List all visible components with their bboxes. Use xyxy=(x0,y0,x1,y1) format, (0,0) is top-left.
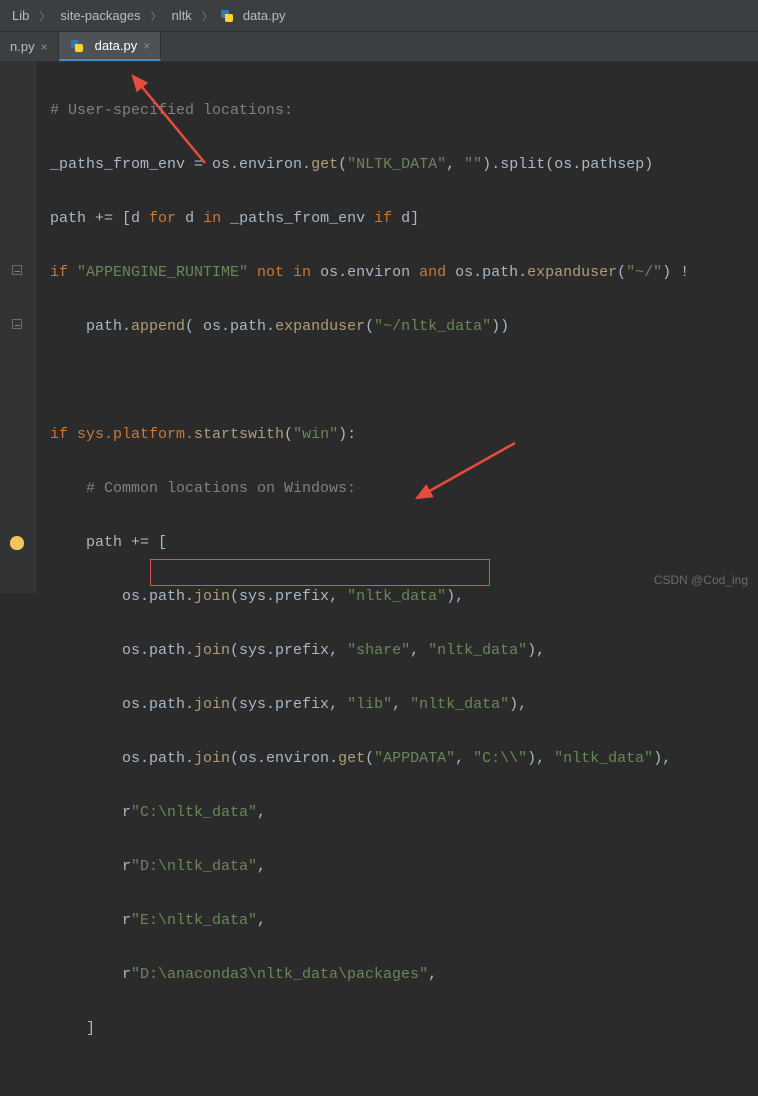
watermark: CSDN @Cod_ing xyxy=(654,573,748,587)
chevron-icon: 〉 xyxy=(145,8,168,24)
code-text: _paths_from_env xyxy=(50,156,185,173)
code-editor[interactable]: # User-specified locations: _paths_from_… xyxy=(0,62,758,593)
breadcrumb-file[interactable]: data.py xyxy=(239,6,290,25)
fold-marker-icon[interactable] xyxy=(12,265,22,275)
gutter xyxy=(0,62,36,593)
breadcrumb: Lib 〉 site-packages 〉 nltk 〉 data.py xyxy=(0,0,758,32)
close-icon[interactable]: × xyxy=(41,40,48,54)
tab-label: n.py xyxy=(10,39,35,54)
editor-tabs: n.py × data.py × xyxy=(0,32,758,62)
breadcrumb-site-packages[interactable]: site-packages xyxy=(56,6,144,25)
chevron-icon: 〉 xyxy=(33,8,56,24)
intention-bulb-icon[interactable] xyxy=(10,536,24,550)
fold-marker-icon[interactable] xyxy=(12,319,22,329)
breadcrumb-lib[interactable]: Lib xyxy=(8,6,33,25)
tab-label: data.py xyxy=(95,38,138,53)
tab-inactive[interactable]: n.py × xyxy=(0,32,59,61)
tab-active[interactable]: data.py × xyxy=(59,32,162,61)
python-file-icon xyxy=(219,8,235,24)
breadcrumb-nltk[interactable]: nltk xyxy=(168,6,196,25)
chevron-icon: 〉 xyxy=(196,8,219,24)
close-icon[interactable]: × xyxy=(143,39,150,53)
comment: # User-specified locations: xyxy=(50,102,293,119)
code-area[interactable]: # User-specified locations: _paths_from_… xyxy=(36,62,689,593)
python-file-icon xyxy=(69,38,85,54)
